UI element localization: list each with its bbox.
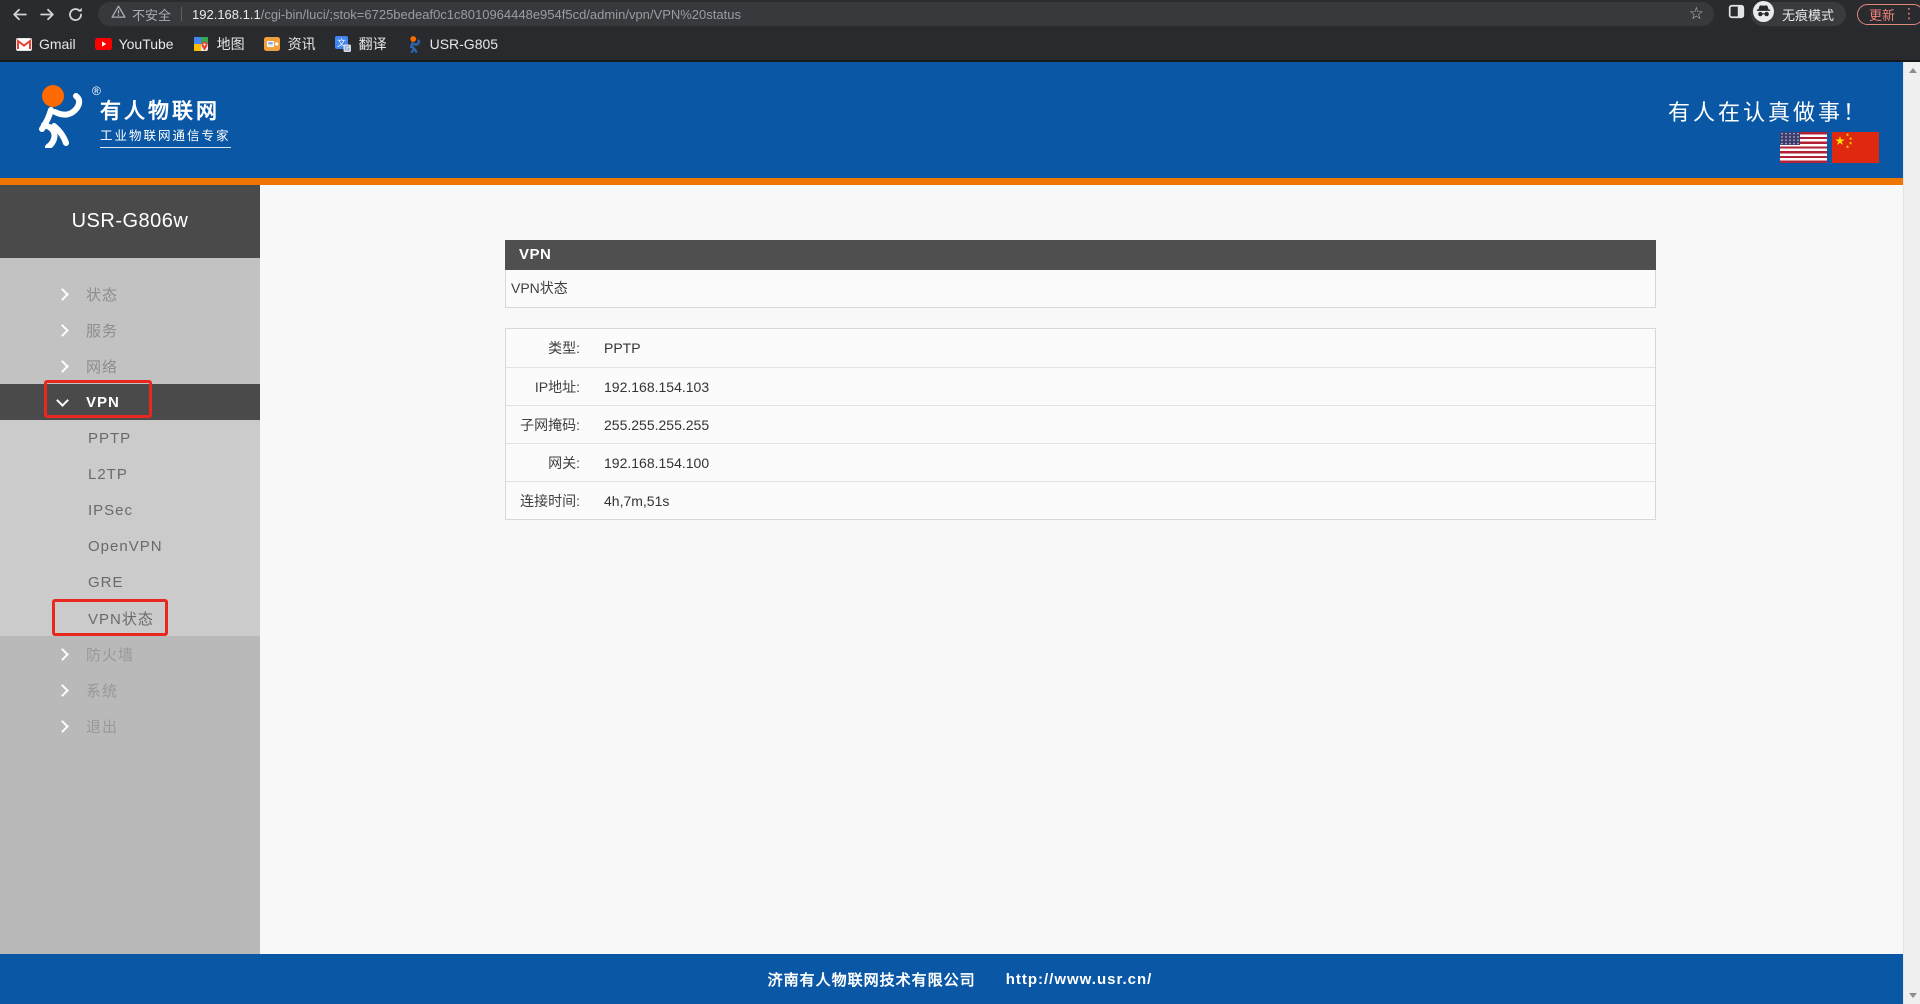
slogan: 有人在认真做事！	[1668, 95, 1868, 127]
back-icon[interactable]	[11, 6, 28, 23]
panel-subtitle: VPN状态	[505, 270, 1656, 308]
incognito-label: 无痕模式	[1782, 5, 1834, 24]
vpn-panel: VPN VPN状态 类型: PPTP IP地址: 192.168.154.103…	[505, 240, 1656, 520]
bookmark-youtube[interactable]: YouTube	[95, 36, 174, 53]
table-row: 连接时间: 4h,7m,51s	[506, 481, 1655, 519]
incognito-badge: 无痕模式	[1751, 2, 1846, 26]
chevron-right-icon	[56, 288, 69, 301]
menu-kebab-icon[interactable]: ⋮	[1902, 7, 1916, 21]
row-value: 255.255.255.255	[580, 417, 709, 433]
chevron-right-icon	[56, 360, 69, 373]
browser-toolbar: 不安全 192.168.1.1 /cgi-bin/luci/;stok=6725…	[0, 0, 1920, 28]
not-secure-warning-icon	[111, 4, 126, 24]
bookmark-news[interactable]: 资讯	[264, 34, 316, 54]
chevron-down-icon	[56, 394, 69, 407]
bookmarks-bar: Gmail YouTube 地图 资讯 文G 翻译 USR-G805	[0, 28, 1920, 62]
maps-icon	[193, 36, 210, 53]
translate-icon: 文G	[335, 36, 352, 53]
brand-tagline: 工业物联网通信专家	[100, 125, 231, 148]
security-label[interactable]: 不安全	[132, 5, 171, 24]
bookmark-usr-g805[interactable]: USR-G805	[406, 36, 498, 53]
chevron-right-icon	[56, 648, 69, 661]
usr-logo	[30, 84, 88, 153]
scrollbar[interactable]	[1903, 62, 1920, 1004]
table-row: 子网掩码: 255.255.255.255	[506, 405, 1655, 443]
table-row: IP地址: 192.168.154.103	[506, 367, 1655, 405]
sidebar: USR-G806w 状态 服务 网络 VPN PPTP L2TP IPSec O…	[0, 185, 260, 954]
sidebar-menu-top: 状态 服务 网络	[0, 258, 260, 384]
sidebar-item-system[interactable]: 系统	[0, 672, 260, 708]
scroll-up-icon[interactable]	[1904, 62, 1920, 79]
url-host[interactable]: 192.168.1.1	[192, 7, 261, 22]
sidebar-item-gre[interactable]: GRE	[0, 564, 260, 600]
url-divider	[181, 7, 182, 21]
vpn-submenu: PPTP L2TP IPSec OpenVPN GRE VPN状态	[0, 420, 260, 636]
chevron-right-icon	[56, 684, 69, 697]
sidebar-item-vpn[interactable]: VPN	[0, 384, 260, 420]
table-row: 网关: 192.168.154.100	[506, 443, 1655, 481]
sidebar-item-ipsec[interactable]: IPSec	[0, 492, 260, 528]
sidebar-item-firewall[interactable]: 防火墙	[0, 636, 260, 672]
panel-title: VPN	[505, 240, 1656, 270]
table-row: 类型: PPTP	[506, 329, 1655, 367]
company-url[interactable]: http://www.usr.cn/	[1006, 971, 1153, 988]
page-footer: 济南有人物联网技术有限公司 http://www.usr.cn/	[0, 954, 1920, 1004]
gmail-icon	[15, 36, 32, 53]
main-content: VPN VPN状态 类型: PPTP IP地址: 192.168.154.103…	[260, 185, 1920, 954]
url-path[interactable]: /cgi-bin/luci/;stok=6725bedeaf0c1c801096…	[261, 7, 741, 22]
vpn-status-table: 类型: PPTP IP地址: 192.168.154.103 子网掩码: 255…	[505, 328, 1656, 520]
sidebar-item-status[interactable]: 状态	[0, 276, 260, 312]
reload-icon[interactable]	[67, 6, 84, 23]
company-name: 济南有人物联网技术有限公司	[768, 969, 976, 990]
sidebar-item-vpn-status[interactable]: VPN状态	[0, 600, 260, 636]
update-button[interactable]: 更新 ⋮	[1857, 4, 1920, 25]
incognito-icon	[1753, 1, 1774, 27]
bookmark-maps[interactable]: 地图	[193, 34, 245, 54]
youtube-icon	[95, 36, 112, 53]
svg-text:G: G	[345, 45, 350, 52]
row-value: 192.168.154.100	[580, 455, 709, 471]
accent-divider	[0, 178, 1920, 185]
chevron-right-icon	[56, 324, 69, 337]
site-header: ® 有人物联网 工业物联网通信专家 有人在认真做事！	[0, 62, 1920, 178]
brand-name: 有人物联网	[100, 95, 220, 125]
bookmark-gmail[interactable]: Gmail	[15, 36, 76, 53]
english-flag-icon[interactable]	[1780, 132, 1827, 163]
forward-icon[interactable]	[39, 6, 56, 23]
row-label: 子网掩码:	[506, 415, 580, 435]
usr-logo-icon	[406, 36, 423, 53]
row-label: 类型:	[506, 338, 580, 358]
row-value: 192.168.154.103	[580, 379, 709, 395]
sidebar-menu-bottom: 防火墙 系统 退出	[0, 636, 260, 744]
news-icon	[264, 36, 281, 53]
row-label: 连接时间:	[506, 491, 580, 511]
chinese-flag-icon[interactable]	[1832, 132, 1879, 163]
sidebar-item-network[interactable]: 网络	[0, 348, 260, 384]
sidebar-item-openvpn[interactable]: OpenVPN	[0, 528, 260, 564]
row-label: 网关:	[506, 453, 580, 473]
address-bar[interactable]: 不安全 192.168.1.1 /cgi-bin/luci/;stok=6725…	[98, 2, 1714, 26]
scroll-down-icon[interactable]	[1904, 987, 1920, 1004]
sidebar-item-logout[interactable]: 退出	[0, 708, 260, 744]
row-value: PPTP	[580, 340, 641, 356]
device-name: USR-G806w	[0, 185, 260, 258]
row-label: IP地址:	[506, 377, 580, 397]
sidebar-item-l2tp[interactable]: L2TP	[0, 456, 260, 492]
update-label[interactable]: 更新	[1869, 5, 1895, 24]
row-value: 4h,7m,51s	[580, 493, 669, 509]
bookmark-translate[interactable]: 文G 翻译	[335, 34, 387, 54]
bookmark-star-icon[interactable]: ☆	[1689, 6, 1704, 23]
chevron-right-icon	[56, 720, 69, 733]
page-body: USR-G806w 状态 服务 网络 VPN PPTP L2TP IPSec O…	[0, 185, 1920, 954]
side-panel-icon[interactable]	[1728, 3, 1745, 25]
sidebar-item-pptp[interactable]: PPTP	[0, 420, 260, 456]
sidebar-item-services[interactable]: 服务	[0, 312, 260, 348]
